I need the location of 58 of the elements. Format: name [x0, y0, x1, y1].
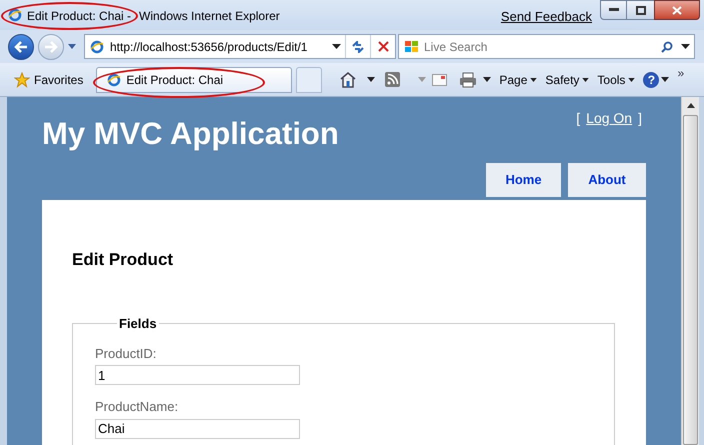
star-icon: [14, 72, 30, 88]
field-label: ProductID:: [95, 344, 158, 362]
text-field[interactable]: 1: [95, 365, 300, 385]
scroll-thumb[interactable]: [683, 115, 698, 445]
forward-arrow-icon: [44, 40, 58, 52]
caret-icon: [530, 78, 538, 82]
feed-icon[interactable]: [385, 72, 400, 87]
stop-icon: [378, 41, 388, 52]
address-field[interactable]: http://localhost:53656/products/Edit/1: [84, 34, 396, 59]
toolbar-menu[interactable]: Tools: [597, 70, 636, 88]
search-field[interactable]: Live Search: [398, 34, 695, 59]
page-heading: Edit Product: [72, 249, 174, 270]
window-title: Edit Product: Chai -: [27, 8, 132, 25]
home-icon[interactable]: [339, 71, 358, 88]
toolbar-menu[interactable]: Safety: [545, 70, 590, 88]
maximize-icon: [636, 6, 646, 14]
help-icon[interactable]: ?: [643, 72, 660, 88]
send-feedback-link[interactable]: Send Feedback: [500, 7, 592, 26]
printer-icon[interactable]: [459, 72, 478, 88]
refresh-icon: [351, 40, 365, 52]
dropdown-caret-icon[interactable]: [332, 44, 341, 49]
caret-icon[interactable]: [483, 77, 492, 82]
caret-icon: [582, 78, 590, 82]
page-icon: [90, 40, 104, 54]
caret-icon[interactable]: [681, 44, 690, 49]
maximize-button[interactable]: [627, 0, 654, 20]
scrollbar[interactable]: [681, 97, 699, 445]
nav-tab[interactable]: About: [568, 163, 646, 197]
favorites-button[interactable]: Favorites: [14, 68, 84, 92]
windows-flag-icon: [404, 40, 419, 54]
window-title: Windows Internet Explorer: [139, 8, 280, 25]
bracket-text: ]: [638, 109, 642, 128]
back-button[interactable]: [8, 34, 34, 60]
browser-tab[interactable]: Edit Product: Chai: [96, 66, 292, 92]
caret-icon[interactable]: [367, 77, 376, 82]
caret-icon[interactable]: [661, 77, 670, 82]
minimize-button[interactable]: [600, 0, 627, 20]
scroll-up-icon[interactable]: [686, 103, 694, 108]
log-on-link[interactable]: Log On: [586, 108, 632, 129]
minimize-icon: [608, 8, 618, 12]
bracket-text: [: [576, 109, 580, 128]
close-icon: [672, 6, 682, 14]
text-field[interactable]: Chai: [95, 418, 300, 438]
back-arrow-icon: [14, 40, 28, 52]
site-title: My MVC Application: [42, 118, 339, 149]
fields-legend: Fields: [117, 314, 159, 334]
search-input: Live Search: [424, 38, 624, 56]
browser-logo-icon: [8, 8, 22, 22]
search-icon[interactable]: [661, 40, 673, 52]
page-icon: [107, 72, 122, 86]
more-chevron[interactable]: »: [677, 64, 684, 82]
toolbar-menu[interactable]: Page: [499, 70, 538, 88]
nav-tab[interactable]: Home: [486, 163, 561, 197]
close-button[interactable]: [654, 0, 700, 20]
field-label: ProductName:: [95, 398, 180, 416]
url-text: http://localhost:53656/products/Edit/1: [110, 38, 308, 56]
caret-icon: [628, 78, 636, 82]
mail-icon[interactable]: [432, 74, 448, 86]
